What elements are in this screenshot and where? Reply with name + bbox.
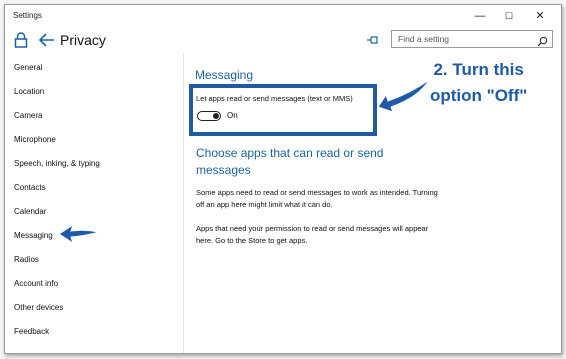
sidebar-item-account-info[interactable]: Account info: [14, 279, 58, 288]
annotation-text: 2. Turn this option "Off": [430, 60, 528, 105]
sidebar-item-messaging[interactable]: Messaging: [14, 231, 53, 240]
annotation-arrow-icon-2: [377, 77, 435, 118]
annotation-highlight-box: [189, 84, 377, 136]
search-input[interactable]: Find a setting: [391, 30, 553, 48]
sidebar: General Location Camera Microphone Speec…: [5, 53, 184, 353]
window-title: Settings: [13, 11, 42, 20]
minimize-button[interactable]: —: [469, 8, 491, 24]
sidebar-item-radios[interactable]: Radios: [14, 255, 39, 264]
sidebar-item-camera[interactable]: Camera: [14, 111, 42, 120]
close-button[interactable]: ✕: [529, 8, 551, 24]
lock-icon: [14, 32, 28, 48]
sidebar-item-feedback[interactable]: Feedback: [14, 327, 49, 336]
sidebar-item-speech[interactable]: Speech, inking, & typing: [14, 159, 100, 168]
sidebar-item-microphone[interactable]: Microphone: [14, 135, 56, 144]
search-placeholder: Find a setting: [398, 34, 450, 44]
settings-window: Settings — ☐ ✕ Privacy Find a setting Ge…: [4, 4, 562, 354]
sidebar-item-location[interactable]: Location: [14, 87, 44, 96]
section-title: Messaging: [195, 68, 254, 82]
apps-heading: Choose apps that can read or send messag…: [196, 146, 384, 177]
page-title: Privacy: [60, 32, 106, 48]
sidebar-item-other-devices[interactable]: Other devices: [14, 303, 63, 312]
annotation-arrow-icon: [57, 223, 101, 250]
pin-icon[interactable]: [366, 33, 380, 45]
apps-description: Some apps need to read or send messages …: [196, 188, 438, 209]
sidebar-item-calendar[interactable]: Calendar: [14, 207, 46, 216]
maximize-button[interactable]: ☐: [498, 8, 520, 24]
back-arrow-icon[interactable]: [38, 32, 56, 48]
sidebar-item-contacts[interactable]: Contacts: [14, 183, 46, 192]
sidebar-item-general[interactable]: General: [14, 63, 42, 72]
page-header: Privacy Find a setting: [5, 27, 561, 53]
search-icon[interactable]: [537, 34, 548, 47]
apps-empty-message: Apps that need your permission to read o…: [196, 224, 429, 245]
title-bar: Settings — ☐ ✕: [5, 5, 561, 27]
